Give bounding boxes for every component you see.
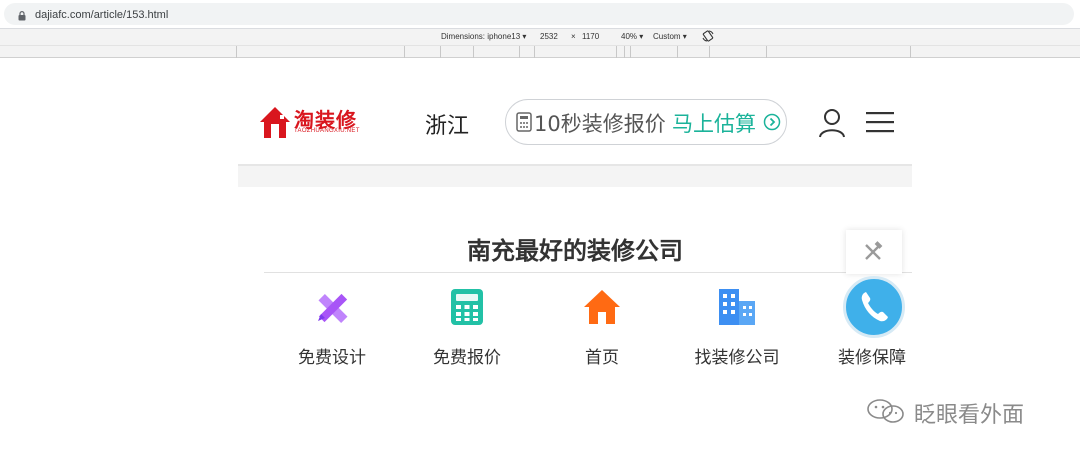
watermark-text: 眨眼看外面 (914, 403, 1025, 428)
lock-icon (18, 11, 26, 21)
ruler-tick (519, 46, 520, 58)
nav-item-find-company[interactable]: 找装修公司 (672, 287, 802, 368)
width-field[interactable]: 2532 (540, 32, 558, 41)
height-field[interactable]: 1170 (582, 32, 599, 41)
ruler-tick (616, 46, 617, 58)
user-icon[interactable] (818, 108, 846, 138)
ruler-tick (677, 46, 678, 58)
devtools-device-toolbar: Dimensions: iphone13 ▾ 2532 × 1170 40% ▾… (0, 28, 1080, 45)
ruler-tick (624, 46, 625, 58)
zoom-select[interactable]: 40% ▾ (621, 32, 643, 41)
quote-cta[interactable]: 马上估算 (672, 108, 756, 138)
url-text: dajiafc.com/article/153.html (35, 9, 169, 21)
throttle-label: Custom (653, 32, 681, 41)
section-title: 南充最好的装修公司 (467, 237, 683, 265)
nav-label: 免费设计 (298, 348, 366, 368)
rotate-icon[interactable] (702, 30, 714, 42)
nav-item-free-design[interactable]: 免费设计 (267, 287, 397, 368)
calculator-icon (451, 289, 483, 325)
quote-text: 10秒装修报价 (534, 112, 666, 136)
device-label: Dimensions: iphone13 (441, 32, 521, 41)
nav-label: 免费报价 (433, 348, 501, 368)
calculator-icon (516, 112, 532, 132)
device-select[interactable]: Dimensions: iphone13 ▾ (441, 32, 526, 41)
ruler-tick (709, 46, 710, 58)
ruler-tick (910, 46, 911, 58)
media-query-ruler (0, 45, 1080, 58)
building-icon (719, 289, 755, 325)
ruler-tick (534, 46, 535, 58)
region-selector[interactable]: 浙江 (425, 108, 469, 140)
phone-icon (861, 292, 888, 322)
chevron-right-circle-icon (763, 113, 781, 131)
zoom-label: 40% (621, 32, 638, 41)
nav-label: 找装修公司 (694, 348, 780, 368)
ruler-tick (236, 46, 237, 58)
nav-label: 装修保障 (838, 348, 906, 368)
ruler-tick (404, 46, 405, 58)
pencil-ruler-icon (318, 293, 348, 323)
home-icon (584, 290, 620, 324)
ruler-tick (630, 46, 631, 58)
times-sign: × (571, 32, 576, 41)
throttle-select[interactable]: Custom ▾ (653, 32, 687, 41)
tools-icon (865, 241, 883, 260)
browser-address-bar: dajiafc.com/article/153.html (0, 0, 1080, 28)
nav-item-free-quote[interactable]: 免费报价 (402, 287, 532, 368)
ruler-tick (440, 46, 441, 58)
gray-band (238, 166, 912, 187)
url-field[interactable]: dajiafc.com/article/153.html (4, 3, 1074, 25)
logo-subtext: TAOZHUANGXIU.NET (294, 128, 360, 134)
nav-label: 首页 (585, 348, 619, 368)
wechat-icon (867, 399, 904, 423)
ruler-tick (766, 46, 767, 58)
hamburger-menu-icon[interactable] (866, 110, 894, 134)
ruler-tick (473, 46, 474, 58)
section-divider (264, 272, 912, 273)
nav-item-home[interactable]: 首页 (537, 287, 667, 368)
